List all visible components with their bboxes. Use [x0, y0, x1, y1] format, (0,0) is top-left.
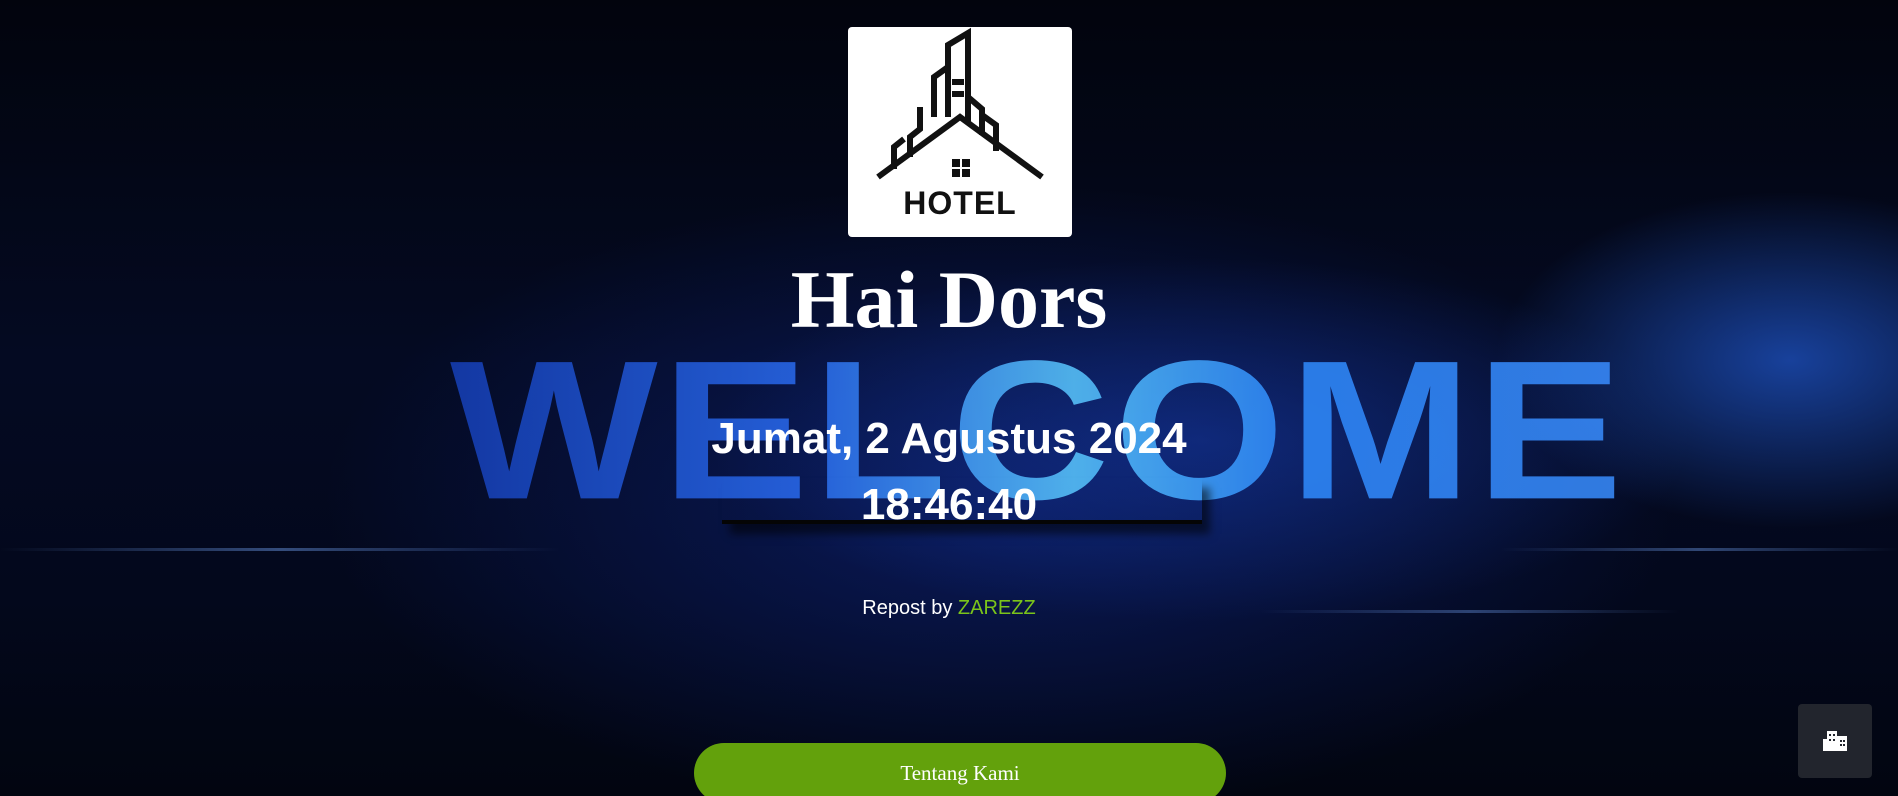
current-date: Jumat, 2 Agustus 2024 — [711, 414, 1187, 463]
credit-prefix: Repost by — [862, 597, 953, 619]
building-icon — [1823, 731, 1847, 751]
hotel-building-icon — [876, 27, 1044, 180]
hotel-corner-button[interactable] — [1798, 704, 1872, 778]
welcome-screen: WELCOME HOTEL Hai Dors Jumat, 2 Agustus … — [0, 0, 1898, 796]
about-us-button[interactable]: Tentang Kami — [694, 743, 1226, 796]
page-title: Hai Dors — [790, 254, 1108, 345]
credit-author-link[interactable]: ZAREZZ — [958, 597, 1036, 619]
logo-wordmark: HOTEL — [903, 185, 1017, 221]
hotel-logo: HOTEL — [848, 27, 1072, 237]
current-time: 18:46:40 — [860, 480, 1038, 529]
repost-credit: Repost by ZAREZZ — [0, 597, 1898, 620]
lens-flare-streak-left — [0, 548, 560, 551]
lens-flare-streak-far-right — [1500, 548, 1898, 551]
